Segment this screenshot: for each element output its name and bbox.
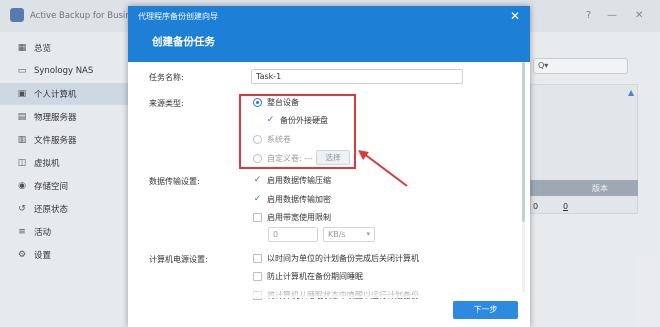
checkmark-icon: ✓	[253, 194, 262, 204]
scrollbar-thumb[interactable]	[522, 62, 525, 222]
option-label: 启用带宽使用限制	[267, 213, 331, 222]
option-label: 防止计算机在备份期间睡眠	[267, 272, 363, 281]
bandwidth-unit-select[interactable]: KB/s ▾	[323, 227, 375, 242]
checkbox-encryption[interactable]: ✓ 启用数据传输加密	[253, 194, 331, 205]
checkbox-compression[interactable]: ✓ 启用数据传输压缩	[253, 175, 331, 186]
checkbox-shutdown-after-backup[interactable]: 以时间为单位的计划备份完成后关闭计算机	[253, 253, 419, 264]
checkbox-prevent-sleep[interactable]: 防止计算机在备份期间睡眠	[253, 271, 363, 282]
power-settings-label: 计算机电源设置:	[149, 255, 208, 264]
bandwidth-value-input[interactable]: 0	[268, 227, 318, 242]
chevron-down-icon: ▾	[366, 230, 370, 238]
transfer-settings-label: 数据传输设置:	[149, 177, 200, 186]
annotation-arrow	[358, 150, 408, 187]
checkbox-bandwidth-limit[interactable]: 启用带宽使用限制	[253, 212, 331, 223]
source-type-label: 来源类型:	[149, 99, 184, 108]
option-label: 以时间为单位的计划备份完成后关闭计算机	[267, 254, 419, 263]
select-value: KB/s	[328, 230, 346, 239]
dialog-header: 代理程序备份创建向导 ✕ 创建备份任务	[128, 6, 530, 62]
step-title: 创建备份任务	[152, 36, 215, 48]
option-label: 启用数据传输加密	[267, 195, 331, 204]
scroll-fade	[136, 286, 521, 298]
checkmark-icon: ✓	[253, 175, 262, 185]
next-button[interactable]: 下一步	[453, 301, 518, 319]
task-name-label: 任务名称:	[149, 73, 184, 82]
task-name-input[interactable]: Task-1	[251, 69, 463, 84]
wizard-title: 代理程序备份创建向导	[138, 12, 218, 21]
close-icon[interactable]: ✕	[510, 9, 520, 23]
annotation-highlight-box	[239, 94, 356, 169]
checkbox-empty-icon	[253, 272, 262, 281]
option-label: 启用数据传输压缩	[267, 176, 331, 185]
checkbox-empty-icon	[253, 213, 262, 222]
checkbox-empty-icon	[253, 254, 262, 263]
